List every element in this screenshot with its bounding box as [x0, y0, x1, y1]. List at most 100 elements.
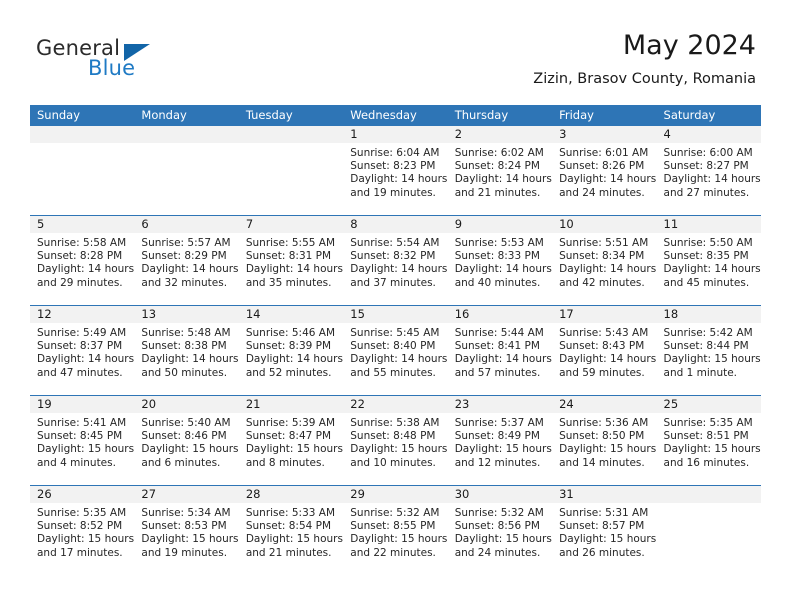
daylight-text-line2: and 1 minute.: [663, 366, 738, 379]
day-details: Sunrise: 5:58 AM Sunset: 8:28 PM Daylight:…: [30, 233, 134, 290]
day-number: 16: [447, 306, 553, 323]
day-details: Sunrise: 5:31 AM Sunset: 8:57 PM Daylight:…: [552, 503, 656, 560]
calendar-day-cell[interactable]: 20 Sunrise: 5:40 AM Sunset: 8:46 PM Dayligh…: [134, 395, 239, 486]
daylight-text-line2: and 19 minutes.: [350, 186, 436, 199]
daylight-text-line1: Daylight: 15 hours: [454, 533, 552, 546]
sunset-text: Sunset: 8:33 PM: [454, 250, 540, 263]
day-cell-inner: 1 Sunrise: 6:04 AM Sunset: 8:23 PM Daylight…: [343, 126, 448, 215]
day-cell-inner: [238, 126, 344, 215]
day-details: Sunrise: 5:32 AM Sunset: 8:56 PM Daylight:…: [448, 503, 552, 560]
daylight-text-line2: and 21 minutes.: [245, 546, 332, 559]
day-details: Sunrise: 5:41 AM Sunset: 8:45 PM Daylight:…: [30, 413, 134, 470]
day-number: 31: [552, 486, 657, 503]
sunset-text: Sunset: 8:47 PM: [245, 430, 332, 443]
calendar-day-cell[interactable]: 4 Sunrise: 6:00 AM Sunset: 8:27 PM Daylight…: [656, 126, 761, 216]
sunset-text: Sunset: 8:55 PM: [350, 520, 436, 533]
daylight-text-line1: Daylight: 15 hours: [37, 443, 135, 456]
calendar-day-cell[interactable]: 7 Sunrise: 5:55 AM Sunset: 8:31 PM Daylight…: [238, 215, 344, 306]
day-details: Sunrise: 5:35 AM Sunset: 8:51 PM Daylight:…: [657, 413, 761, 470]
calendar-day-cell[interactable]: 24 Sunrise: 5:36 AM Sunset: 8:50 PM Dayligh…: [552, 395, 657, 486]
calendar-day-cell[interactable]: 10 Sunrise: 5:51 AM Sunset: 8:34 PM Dayligh…: [552, 215, 657, 306]
day-cell-inner: 9 Sunrise: 5:53 AM Sunset: 8:33 PM Daylight…: [447, 216, 553, 305]
day-details: Sunrise: 5:35 AM Sunset: 8:52 PM Daylight:…: [30, 503, 134, 560]
daylight-text-line2: and 52 minutes.: [245, 366, 332, 379]
calendar-day-cell[interactable]: 6 Sunrise: 5:57 AM Sunset: 8:29 PM Daylight…: [134, 215, 239, 306]
sunset-text: Sunset: 8:57 PM: [559, 520, 645, 533]
sunrise-text: Sunrise: 5:51 AM: [559, 237, 649, 249]
calendar-day-cell[interactable]: 14 Sunrise: 5:46 AM Sunset: 8:39 PM Dayligh…: [238, 305, 344, 396]
day-details: Sunrise: 5:57 AM Sunset: 8:29 PM Daylight:…: [134, 233, 238, 290]
calendar-day-cell[interactable]: 13 Sunrise: 5:48 AM Sunset: 8:38 PM Dayligh…: [134, 305, 239, 396]
sunset-text: Sunset: 8:53 PM: [141, 520, 227, 533]
calendar-body: 1 Sunrise: 6:04 AM Sunset: 8:23 PM Daylight…: [30, 126, 761, 575]
calendar-day-cell[interactable]: 1 Sunrise: 6:04 AM Sunset: 8:23 PM Daylight…: [343, 126, 448, 216]
sunrise-text: Sunrise: 5:50 AM: [663, 237, 753, 249]
day-number: [134, 126, 239, 143]
calendar-day-cell[interactable]: 17 Sunrise: 5:43 AM Sunset: 8:43 PM Dayligh…: [552, 305, 657, 396]
calendar-day-cell[interactable]: 8 Sunrise: 5:54 AM Sunset: 8:32 PM Daylight…: [343, 215, 448, 306]
daylight-text-line2: and 16 minutes.: [663, 456, 750, 469]
calendar-day-cell[interactable]: 3 Sunrise: 6:01 AM Sunset: 8:26 PM Daylight…: [552, 126, 657, 216]
day-details: Sunrise: 5:42 AM Sunset: 8:44 PM Daylight:…: [657, 323, 761, 380]
daylight-text-line1: Daylight: 15 hours: [663, 353, 761, 366]
calendar-day-cell[interactable]: 5 Sunrise: 5:58 AM Sunset: 8:28 PM Daylight…: [30, 215, 135, 306]
sunrise-text: Sunrise: 5:48 AM: [141, 327, 231, 339]
day-cell-inner: 5 Sunrise: 5:58 AM Sunset: 8:28 PM Daylight…: [30, 216, 135, 305]
day-details: Sunrise: 5:51 AM Sunset: 8:34 PM Daylight:…: [552, 233, 656, 290]
sunrise-text: Sunrise: 5:35 AM: [37, 507, 127, 519]
brand-logo[interactable]: General Blue: [36, 36, 266, 88]
calendar-day-cell[interactable]: 21 Sunrise: 5:39 AM Sunset: 8:47 PM Dayligh…: [238, 395, 344, 486]
day-number: 13: [134, 306, 239, 323]
day-number: 21: [238, 396, 344, 413]
calendar-day-cell[interactable]: 25 Sunrise: 5:35 AM Sunset: 8:51 PM Dayligh…: [656, 395, 761, 486]
day-number: [238, 126, 344, 143]
sunrise-text: Sunrise: 5:32 AM: [350, 507, 440, 519]
calendar-day-cell[interactable]: 23 Sunrise: 5:37 AM Sunset: 8:49 PM Dayligh…: [447, 395, 553, 486]
day-details: Sunrise: 5:54 AM Sunset: 8:32 PM Daylight:…: [343, 233, 447, 290]
day-number: 14: [238, 306, 344, 323]
day-cell-inner: 2 Sunrise: 6:02 AM Sunset: 8:24 PM Daylight…: [447, 126, 553, 215]
day-number: 29: [343, 486, 448, 503]
calendar-day-cell[interactable]: 2 Sunrise: 6:02 AM Sunset: 8:24 PM Daylight…: [447, 126, 553, 216]
daylight-text-line2: and 24 minutes.: [559, 186, 645, 199]
sunrise-text: Sunrise: 6:00 AM: [663, 147, 753, 159]
day-details: Sunrise: 5:44 AM Sunset: 8:41 PM Daylight:…: [448, 323, 552, 380]
day-cell-inner: 13 Sunrise: 5:48 AM Sunset: 8:38 PM Dayligh…: [134, 306, 239, 395]
day-cell-inner: 10 Sunrise: 5:51 AM Sunset: 8:34 PM Dayligh…: [552, 216, 657, 305]
calendar-day-cell[interactable]: 15 Sunrise: 5:45 AM Sunset: 8:40 PM Dayligh…: [343, 305, 448, 396]
day-cell-inner: 22 Sunrise: 5:38 AM Sunset: 8:48 PM Dayligh…: [343, 396, 448, 485]
day-number: 12: [30, 306, 135, 323]
calendar-day-cell[interactable]: 29 Sunrise: 5:32 AM Sunset: 8:55 PM Dayligh…: [343, 485, 448, 575]
daylight-text-line2: and 35 minutes.: [245, 276, 332, 289]
calendar-day-cell[interactable]: 28 Sunrise: 5:33 AM Sunset: 8:54 PM Dayligh…: [238, 485, 344, 575]
calendar-day-cell[interactable]: 22 Sunrise: 5:38 AM Sunset: 8:48 PM Dayligh…: [343, 395, 448, 486]
sunset-text: Sunset: 8:24 PM: [454, 160, 540, 173]
calendar-day-cell[interactable]: 11 Sunrise: 5:50 AM Sunset: 8:35 PM Dayligh…: [656, 215, 761, 306]
daylight-text-line1: Daylight: 14 hours: [37, 353, 135, 366]
calendar-day-cell[interactable]: 9 Sunrise: 5:53 AM Sunset: 8:33 PM Daylight…: [447, 215, 553, 306]
daylight-text-line1: Daylight: 15 hours: [37, 533, 135, 546]
day-details: Sunrise: 5:40 AM Sunset: 8:46 PM Daylight:…: [134, 413, 238, 470]
calendar-day-cell[interactable]: 30 Sunrise: 5:32 AM Sunset: 8:56 PM Dayligh…: [447, 485, 553, 575]
weekday-header: Sunday Monday Tuesday Wednesday Thursday…: [30, 105, 761, 126]
calendar-day-cell[interactable]: 26 Sunrise: 5:35 AM Sunset: 8:52 PM Dayligh…: [30, 485, 135, 575]
calendar-day-cell[interactable]: 12 Sunrise: 5:49 AM Sunset: 8:37 PM Dayligh…: [30, 305, 135, 396]
calendar-day-cell[interactable]: 19 Sunrise: 5:41 AM Sunset: 8:45 PM Dayligh…: [30, 395, 135, 486]
sunrise-text: Sunrise: 5:57 AM: [141, 237, 231, 249]
daylight-text-line2: and 59 minutes.: [559, 366, 645, 379]
sunset-text: Sunset: 8:37 PM: [37, 340, 123, 353]
sunrise-text: Sunrise: 5:31 AM: [559, 507, 649, 519]
sunrise-text: Sunrise: 5:42 AM: [663, 327, 753, 339]
calendar-day-cell[interactable]: 18 Sunrise: 5:42 AM Sunset: 8:44 PM Dayligh…: [656, 305, 761, 396]
calendar-day-cell[interactable]: 16 Sunrise: 5:44 AM Sunset: 8:41 PM Dayligh…: [447, 305, 553, 396]
daylight-text-line1: Daylight: 14 hours: [559, 173, 657, 186]
day-cell-inner: 31 Sunrise: 5:31 AM Sunset: 8:57 PM Dayligh…: [552, 486, 657, 575]
sunset-text: Sunset: 8:51 PM: [663, 430, 749, 443]
sunset-text: Sunset: 8:26 PM: [559, 160, 645, 173]
calendar-week-row: 26 Sunrise: 5:35 AM Sunset: 8:52 PM Dayligh…: [30, 485, 761, 575]
calendar-day-cell[interactable]: 31 Sunrise: 5:31 AM Sunset: 8:57 PM Dayligh…: [552, 485, 657, 575]
day-number: 27: [134, 486, 239, 503]
calendar-day-cell[interactable]: 27 Sunrise: 5:34 AM Sunset: 8:53 PM Dayligh…: [134, 485, 239, 575]
calendar-week-row: 19 Sunrise: 5:41 AM Sunset: 8:45 PM Dayligh…: [30, 395, 761, 486]
day-cell-inner: 4 Sunrise: 6:00 AM Sunset: 8:27 PM Daylight…: [656, 126, 761, 215]
